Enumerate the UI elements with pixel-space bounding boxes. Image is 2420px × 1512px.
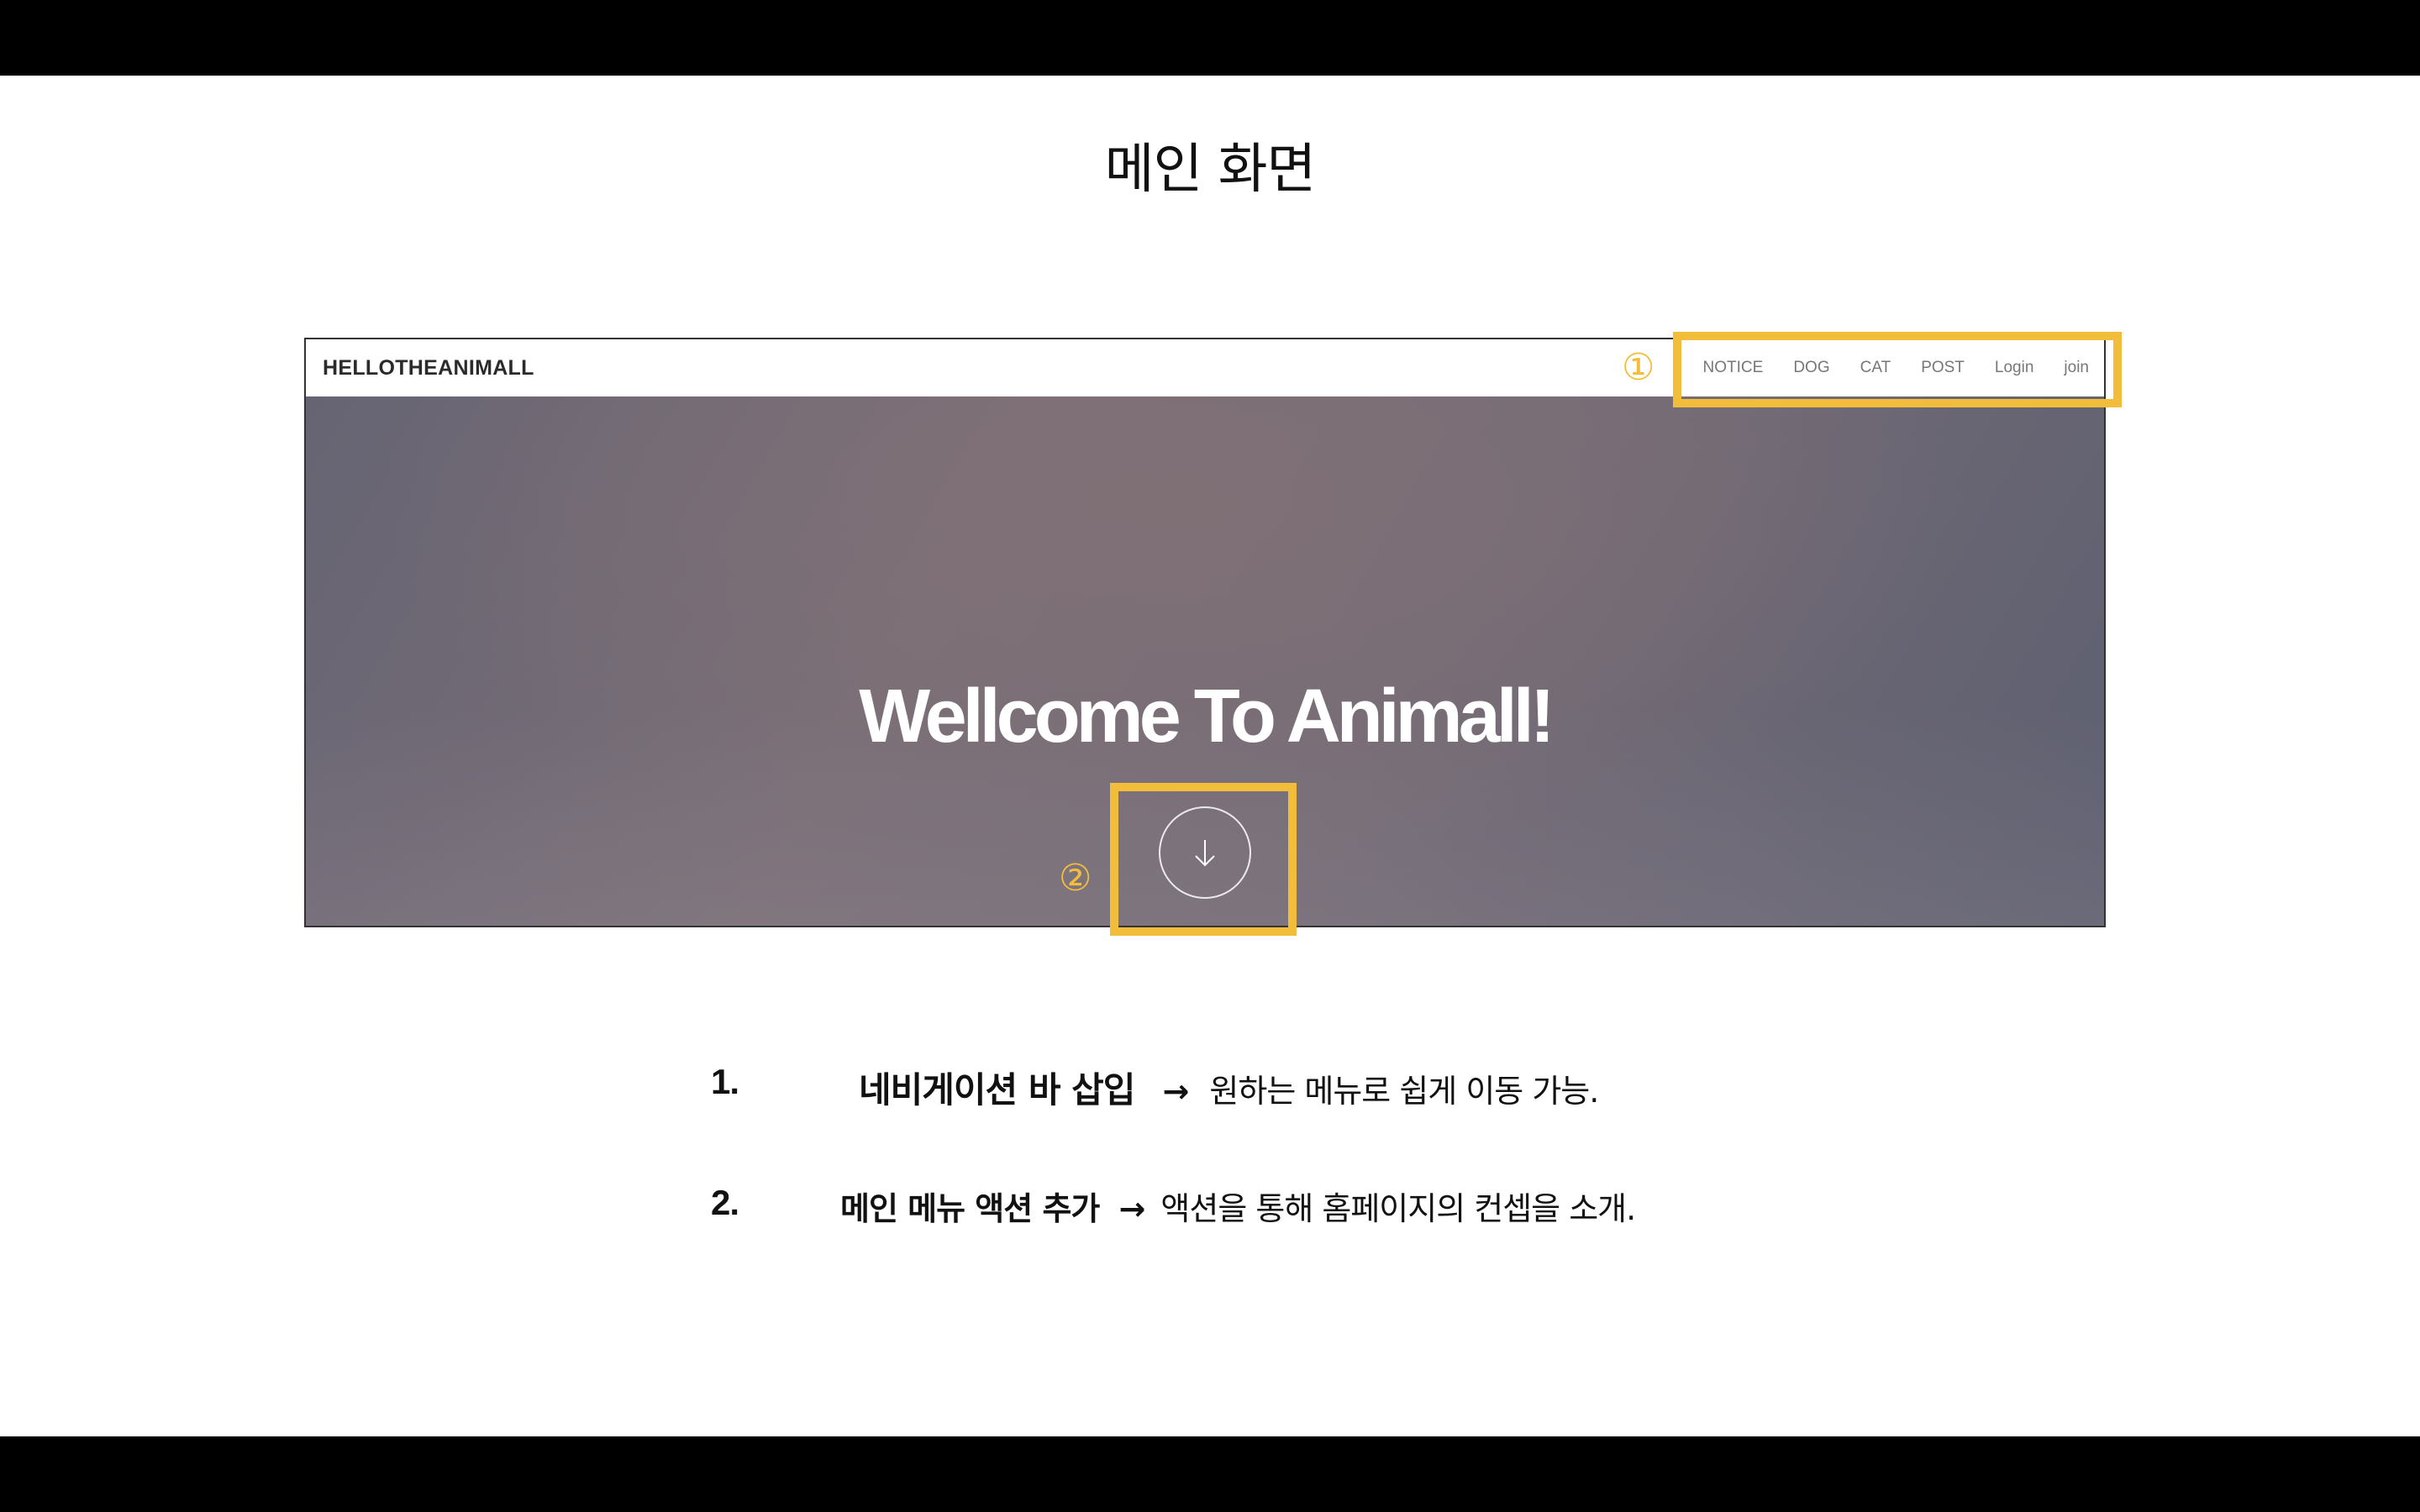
scroll-down-button[interactable] <box>1159 806 1251 899</box>
description-number: 1. <box>711 1062 739 1101</box>
description-feature: 메인 메뉴 액션 추가 <box>840 1190 1100 1227</box>
hero-title: Wellcome To Animall! <box>859 675 1555 759</box>
slide-title: 메인 화면 <box>1104 139 1317 201</box>
brand-logo-text[interactable]: HELLOTHEANIMALL <box>323 339 534 396</box>
annotation-marker-1: ① <box>1622 346 1655 389</box>
annotation-marker-2: ② <box>1059 857 1092 900</box>
hero-section: Wellcome To Animall! <box>306 396 2104 926</box>
nav-highlight-box <box>1673 332 2122 407</box>
arrow-icon: → <box>1118 1190 1145 1227</box>
arrow-icon: → <box>1162 1073 1189 1110</box>
description-detail: 원하는 메뉴로 쉽게 이동 가능. <box>1209 1073 1599 1110</box>
slide: 메인 화면 HELLOTHEANIMALL NOTICE DOG CAT POS… <box>0 76 2420 1436</box>
website-screenshot: HELLOTHEANIMALL NOTICE DOG CAT POST Logi… <box>304 338 2106 927</box>
description-detail: 액션을 통해 홈페이지의 컨셉을 소개. <box>1160 1190 1636 1227</box>
description-feature: 네비게이션 바 삽입 <box>859 1069 1135 1110</box>
arrow-down-circle-icon <box>1195 840 1215 867</box>
description-number: 2. <box>711 1183 739 1222</box>
